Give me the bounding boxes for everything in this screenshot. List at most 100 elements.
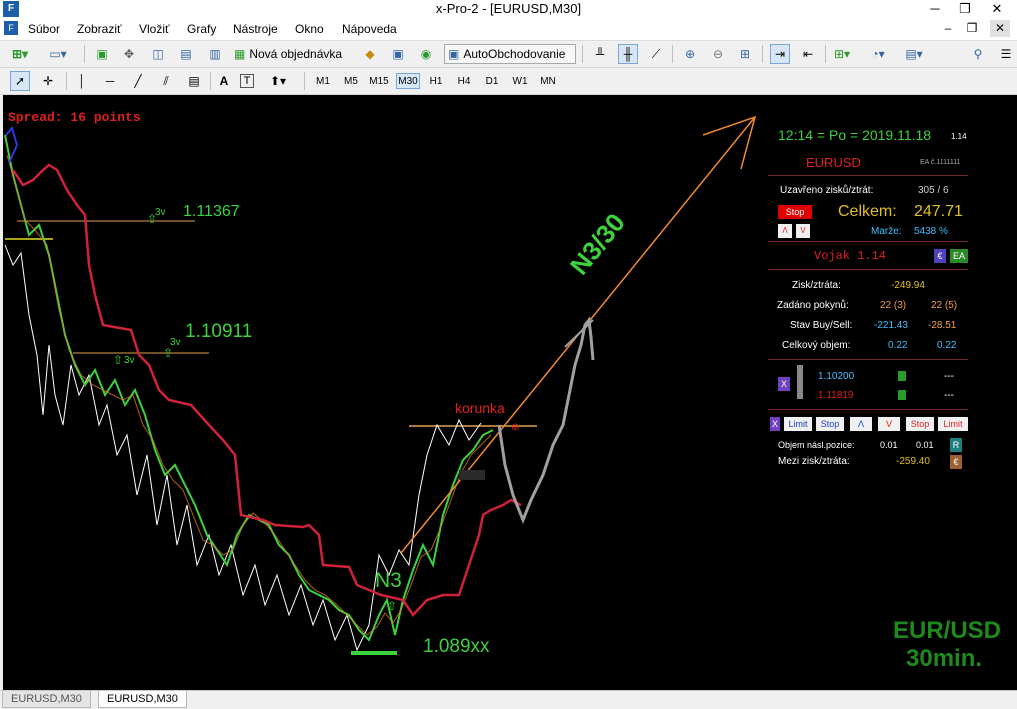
menu-help[interactable]: Nápoveda <box>342 22 397 36</box>
buy-limit-button[interactable]: Limit <box>784 417 812 431</box>
projected-path <box>497 316 595 525</box>
horizontal-line-icon[interactable]: ─ <box>100 71 120 91</box>
search-icon[interactable]: ⚲ <box>968 44 988 64</box>
tf-m15[interactable]: M15 <box>367 73 391 89</box>
equidistant-channel-icon[interactable]: ⫽ <box>156 71 176 91</box>
shapes-icon[interactable]: ⬆▾ <box>268 71 288 91</box>
menu-insert[interactable]: Vložiť <box>139 22 170 36</box>
stop-button[interactable]: Stop <box>778 205 812 219</box>
autotrading-button[interactable]: ▣ AutoObchodovanie <box>444 44 576 64</box>
small-v-button[interactable]: V <box>796 224 810 238</box>
pattern-label: N3 <box>375 569 402 592</box>
indicators-icon[interactable]: ⊞▾ <box>832 44 852 64</box>
text-tool-icon[interactable]: A <box>214 71 234 91</box>
margin-label: Marže: <box>871 226 902 237</box>
signals-icon[interactable]: ◉ <box>416 44 436 64</box>
terminal-icon[interactable]: ▤ <box>176 44 196 64</box>
vertical-line-icon[interactable]: │ <box>72 71 92 91</box>
slider-bar[interactable] <box>797 365 803 399</box>
zoom-in-icon[interactable]: ⊕ <box>680 44 700 64</box>
euro-button[interactable]: € <box>934 249 946 263</box>
total-value: 247.71 <box>914 203 963 220</box>
chart-shift-icon[interactable]: ⇤ <box>798 44 818 64</box>
tf-w1[interactable]: W1 <box>508 73 532 89</box>
margin-value: 5438 % <box>914 226 948 237</box>
crosshair-icon[interactable]: ✛ <box>38 71 58 91</box>
price-series-overlay <box>6 154 492 636</box>
vojak-label: Vojak 1.14 <box>814 249 887 263</box>
chart-tabs: EURUSD,M30 EURUSD,M30 <box>0 690 1017 709</box>
next-volume-sell: 0.01 <box>916 440 934 450</box>
mdi-close-button[interactable]: ✕ <box>990 20 1010 37</box>
bar-chart-icon[interactable]: ╨ <box>590 44 610 64</box>
sell-limit-button[interactable]: Limit <box>938 417 968 431</box>
r-button[interactable]: R <box>950 438 962 452</box>
tf-d1[interactable]: D1 <box>480 73 504 89</box>
buy-stop-button[interactable]: Stop <box>816 417 844 431</box>
menu-charts[interactable]: Grafy <box>187 22 216 36</box>
panel-time: 12:14 = Po = 2019.11.18 <box>778 127 932 143</box>
profiles-icon[interactable]: ▭▾ <box>48 44 68 64</box>
menu-file[interactable]: Súbor <box>28 22 60 36</box>
tile-windows-icon[interactable]: ⊞ <box>735 44 755 64</box>
navigator-icon[interactable]: ◫ <box>148 44 168 64</box>
document-icon[interactable]: F <box>4 21 18 35</box>
sell-button[interactable]: V <box>878 417 900 431</box>
x-button[interactable]: X <box>778 377 790 391</box>
label-tool-icon[interactable]: T <box>240 74 254 88</box>
periods-icon[interactable]: ◔▾ <box>868 44 888 64</box>
menu-window[interactable]: Okno <box>295 22 324 36</box>
sell-indicator <box>898 390 906 400</box>
e-button[interactable]: € <box>950 455 962 469</box>
tf-h4[interactable]: H4 <box>452 73 476 89</box>
buy-button[interactable]: Λ <box>850 417 872 431</box>
buy-dashes: --- <box>944 371 954 382</box>
menu-view[interactable]: Zobraziť <box>77 22 122 36</box>
autoscroll-icon[interactable]: ⇥ <box>770 44 790 64</box>
line-chart-icon[interactable]: ⟋ <box>646 44 666 64</box>
new-order-button[interactable]: ▦ Nová objednávka <box>234 44 354 64</box>
buy-indicator <box>898 371 906 381</box>
mail-icon[interactable]: ▣ <box>388 44 408 64</box>
price-series <box>4 134 494 642</box>
tf-mn[interactable]: MN <box>536 73 560 89</box>
orders-buy: 22 (3) <box>880 300 907 311</box>
tf-h1[interactable]: H1 <box>424 73 448 89</box>
zoom-out-icon[interactable]: ⊖ <box>708 44 728 64</box>
data-window-icon[interactable]: ✥ <box>119 44 139 64</box>
new-chart-icon[interactable]: ⊞▾ <box>10 44 30 64</box>
volume-sell: 0.22 <box>937 340 957 351</box>
cursor-icon[interactable]: ➚ <box>10 71 30 91</box>
minimize-button[interactable]: ─ <box>920 0 950 18</box>
menu-tools[interactable]: Nástroje <box>233 22 278 36</box>
toolbar-menu-icon[interactable]: ☰ <box>996 44 1016 64</box>
trendline-icon[interactable]: ╱ <box>128 71 148 91</box>
mdi-restore-button[interactable]: ❐ <box>962 20 982 37</box>
restore-button[interactable]: ❐ <box>950 0 980 18</box>
timeframe-watermark: 30min. <box>906 645 983 672</box>
sell-price: 1.11819 <box>818 390 854 401</box>
price-chart[interactable]: ⇧ ⇧ ⇧ ⇧ ⊕ Spread: 16 points 1.11367 3v 1… <box>3 95 1017 690</box>
tab-chart-1[interactable]: EURUSD,M30 <box>2 691 91 708</box>
ea-button[interactable]: EA <box>950 249 968 263</box>
tf-m30[interactable]: M30 <box>396 73 420 89</box>
tester-icon[interactable]: ▥ <box>205 44 225 64</box>
mdi-minimize-button[interactable]: – <box>938 20 958 37</box>
candlestick-icon[interactable]: ╫ <box>618 44 638 64</box>
metaeditor-icon[interactable]: ◆ <box>360 44 380 64</box>
small-a-button[interactable]: Λ <box>778 224 792 238</box>
templates-icon[interactable]: ▤▾ <box>904 44 924 64</box>
envelope-line <box>11 163 522 618</box>
sell-stop-button[interactable]: Stop <box>906 417 934 431</box>
panel-symbol: EURUSD <box>806 155 861 170</box>
new-order-icon: ▦ <box>234 47 246 61</box>
tf-m1[interactable]: M1 <box>311 73 335 89</box>
close-all-button[interactable]: X <box>770 417 780 431</box>
market-watch-icon[interactable]: ▣ <box>92 44 112 64</box>
fibonacci-icon[interactable]: ▤ <box>184 71 204 91</box>
total-label: Celkem: <box>838 203 897 220</box>
tf-m5[interactable]: M5 <box>339 73 363 89</box>
tab-chart-2[interactable]: EURUSD,M30 <box>98 691 187 708</box>
close-button[interactable]: ✕ <box>982 0 1012 18</box>
state-buy: -221.43 <box>874 320 908 331</box>
